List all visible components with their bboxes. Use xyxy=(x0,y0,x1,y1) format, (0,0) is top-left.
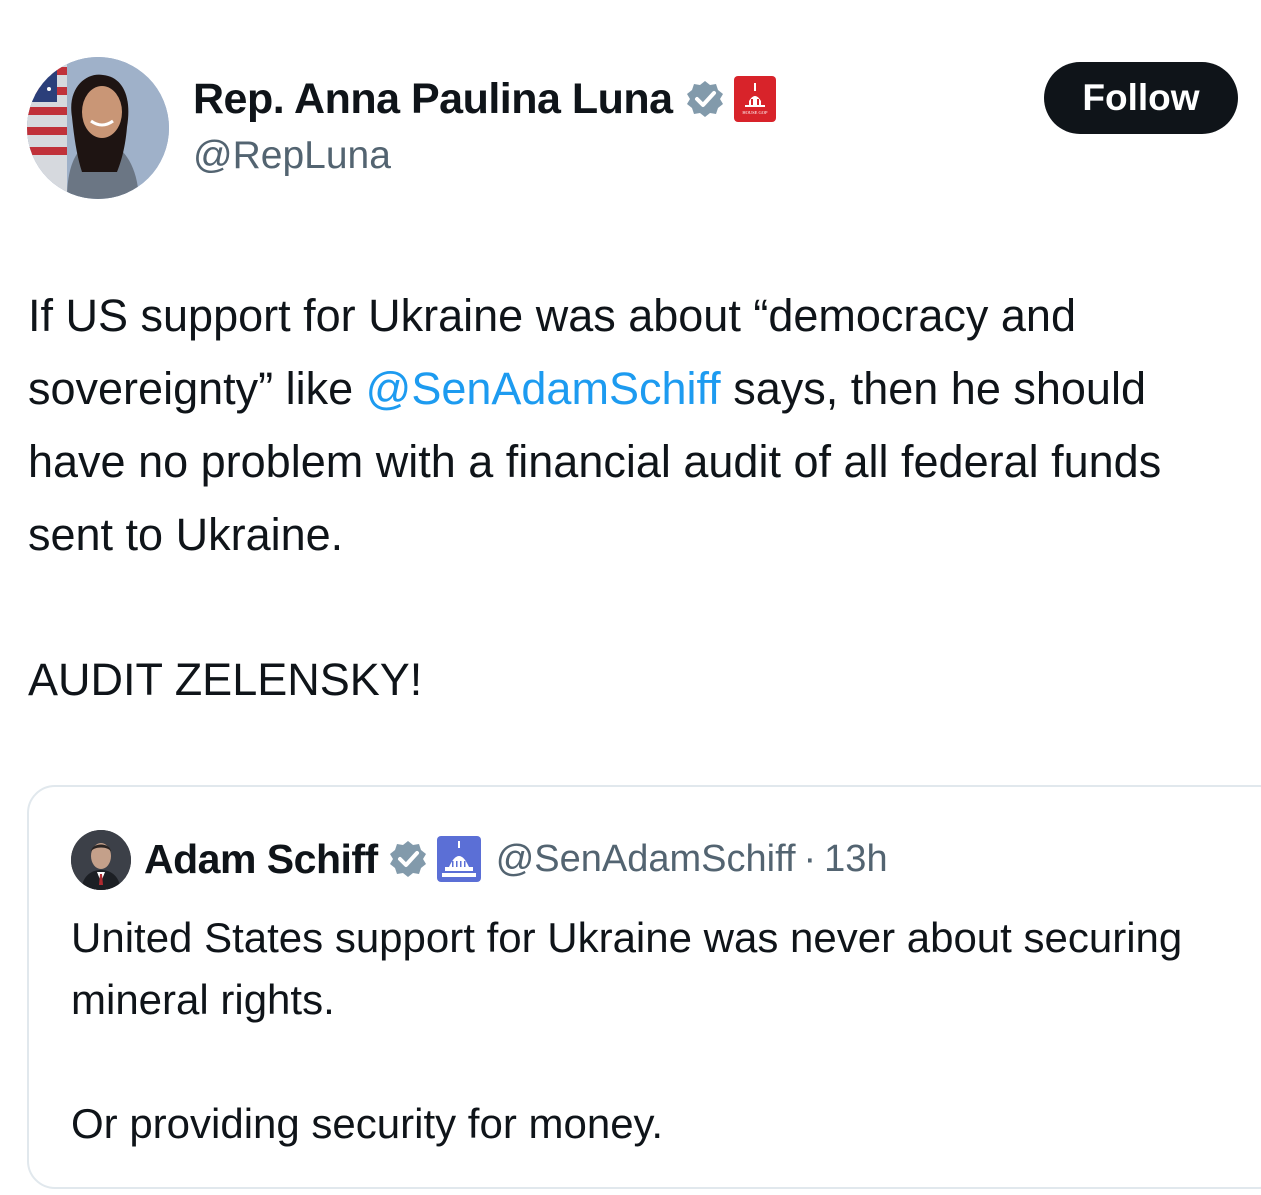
quoted-display-name[interactable]: Adam Schiff xyxy=(144,836,378,883)
verified-badge-icon[interactable] xyxy=(388,839,428,879)
verified-badge-icon[interactable] xyxy=(685,79,725,119)
tweet-paragraph: If US support for Ukraine was about “dem… xyxy=(28,279,1253,571)
quoted-author-avatar[interactable] xyxy=(71,830,131,890)
separator-dot: · xyxy=(803,837,817,880)
author-handle[interactable]: @RepLuna xyxy=(193,134,391,178)
quoted-timestamp[interactable]: 13h xyxy=(824,838,887,881)
tweet-body: If US support for Ukraine was about “dem… xyxy=(28,279,1253,571)
quoted-handle[interactable]: @SenAdamSchiff xyxy=(496,838,796,881)
quoted-paragraph: Or providing security for money. xyxy=(71,1100,664,1147)
mention-link[interactable]: @SenAdamSchiff xyxy=(366,363,721,414)
follow-button[interactable]: Follow xyxy=(1044,62,1238,134)
quoted-body: United States support for Ukraine was ne… xyxy=(71,907,1221,1155)
quoted-tweet-card[interactable]: Adam Schiff @SenAdamSchiff · 13h United … xyxy=(27,785,1261,1189)
quoted-header: Adam Schiff @SenAdamSchiff · 13h xyxy=(144,831,888,887)
author-avatar[interactable] xyxy=(27,57,169,199)
tweet-closing-line: AUDIT ZELENSKY! xyxy=(28,654,423,705)
author-name-row: Rep. Anna Paulina Luna HOUSE GOP xyxy=(193,74,777,124)
author-display-name[interactable]: Rep. Anna Paulina Luna xyxy=(193,75,673,124)
house-gop-badge-icon[interactable]: HOUSE GOP xyxy=(733,75,777,123)
svg-text:HOUSE GOP: HOUSE GOP xyxy=(742,110,768,115)
quoted-paragraph: United States support for Ukraine was ne… xyxy=(71,914,1183,1023)
capitol-dome-icon[interactable] xyxy=(436,835,482,883)
